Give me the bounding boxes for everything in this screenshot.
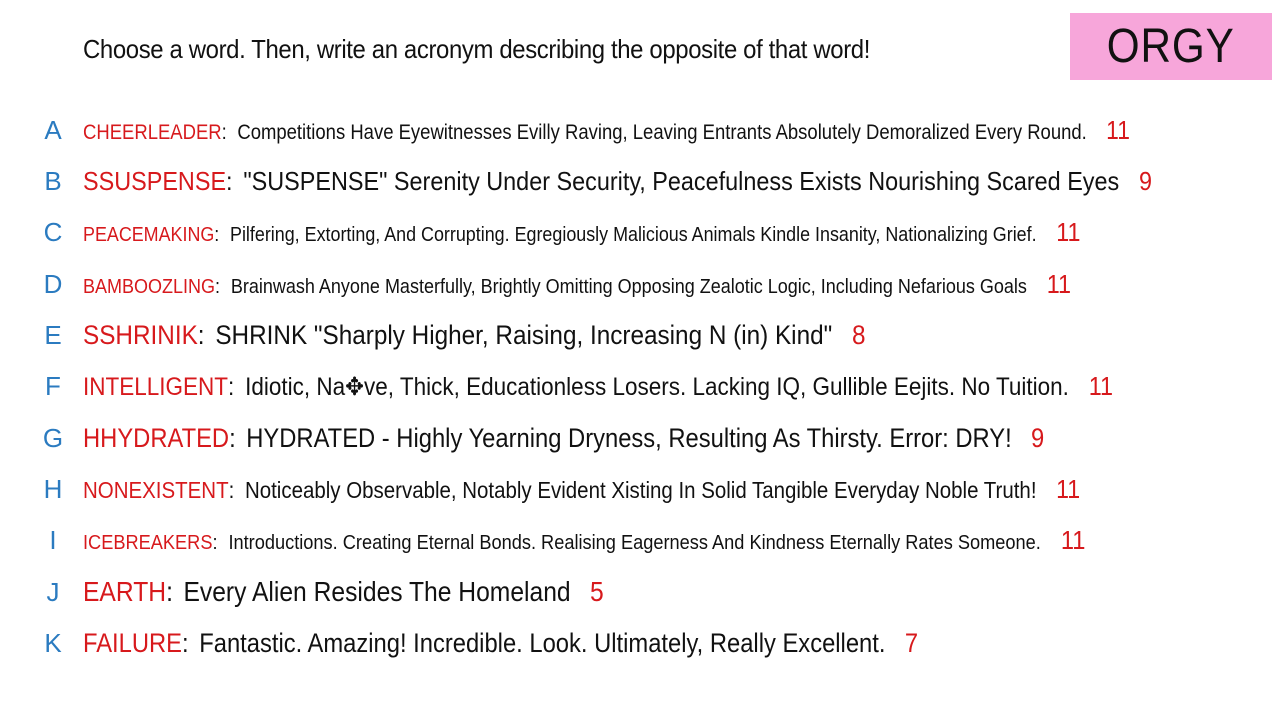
entry-answer: Fantastic. Amazing! Incredible. Look. Ul… <box>199 627 886 658</box>
entry-content: CHEERLEADER: Competitions Have Eyewitness… <box>83 115 1130 146</box>
entry-letter: F <box>45 370 61 401</box>
entry-word: ICEBREAKERS <box>83 531 213 554</box>
entry-letter: I <box>49 524 57 555</box>
entry-score: 11 <box>1046 268 1072 299</box>
entry-word: BAMBOOZLING <box>83 275 216 298</box>
entry-score: 11 <box>1088 370 1114 401</box>
entry-c: C PEACEMAKING: Pilfering, Extorting, And … <box>0 212 1280 252</box>
entry-answer: Competitions Have Eyewitnesses Evilly Ra… <box>237 120 1087 144</box>
entry-colon: : <box>166 576 173 607</box>
entry-colon: : <box>212 531 218 554</box>
entry-content: BAMBOOZLING: Brainwash Anyone Masterfully… <box>83 269 1071 300</box>
entry-letter: G <box>42 422 64 453</box>
entry-colon: : <box>228 476 235 503</box>
entry-colon: : <box>197 319 205 350</box>
entry-b: B SSUSPENSE: "SUSPENSE" Serenity Under Se… <box>0 161 1280 201</box>
entry-score: 8 <box>852 319 866 350</box>
entry-answer: Noticeably Observable, Notably Evident X… <box>244 476 1037 503</box>
entry-letter: D <box>43 268 63 299</box>
entry-i: I ICEBREAKERS: Introductions. Creating Et… <box>0 520 1280 560</box>
entry-content: NONEXISTENT: Noticeably Observable, Notab… <box>83 474 1080 505</box>
entry-letter: B <box>44 165 62 196</box>
entry-score: 11 <box>1106 114 1130 145</box>
prompt-text: Choose a word. Then, write an acronym de… <box>83 34 871 64</box>
entry-answer: HYDRATED - Highly Yearning Dryness, Resu… <box>246 422 1012 453</box>
entry-content: PEACEMAKING: Pilfering, Extorting, And Co… <box>83 217 1080 248</box>
entry-j: J EARTH: Every Alien Resides The Homeland… <box>0 572 1280 612</box>
entry-word: PEACEMAKING <box>83 223 215 246</box>
entry-content: HHYDRATED: HYDRATED - Highly Yearning Dry… <box>83 423 1044 454</box>
entry-content: ICEBREAKERS: Introductions. Creating Eter… <box>83 525 1085 556</box>
entry-content: SSHRINIK: SHRINK "Sharply Higher, Raising… <box>83 320 866 351</box>
entry-score: 7 <box>904 627 919 658</box>
entry-colon: : <box>182 627 189 658</box>
badge-label: ORGY <box>1107 20 1235 73</box>
entry-a: A CHEERLEADER: Competitions Have Eyewitne… <box>0 110 1280 150</box>
entry-colon: : <box>221 120 227 144</box>
entry-word: NONEXISTENT <box>83 476 229 503</box>
entry-answer: Brainwash Anyone Masterfully, Brightly O… <box>230 275 1027 298</box>
entry-letter: J <box>46 576 60 607</box>
entry-answer: Introductions. Creating Eternal Bonds. R… <box>228 531 1041 554</box>
entry-letter: E <box>44 319 62 350</box>
entry-word: FAILURE <box>83 627 183 658</box>
entry-word: HHYDRATED <box>83 422 230 453</box>
entry-word: EARTH <box>83 576 167 607</box>
entry-answer: Every Alien Resides The Homeland <box>183 576 571 607</box>
entry-f: F INTELLIGENT: Idiotic, Na✥ve, Thick, Edu… <box>0 366 1280 406</box>
entry-k: K FAILURE: Fantastic. Amazing! Incredible… <box>0 623 1280 663</box>
entry-content: EARTH: Every Alien Resides The Homeland 5 <box>83 576 604 608</box>
entry-colon: : <box>215 275 221 298</box>
entry-h: H NONEXISTENT: Noticeably Observable, Not… <box>0 469 1280 509</box>
entry-score: 9 <box>1139 165 1153 196</box>
entry-score: 11 <box>1056 216 1081 247</box>
entry-score: 11 <box>1056 473 1081 504</box>
entry-answer: SHRINK "Sharply Higher, Raising, Increas… <box>215 319 833 350</box>
entry-word: SSHRINIK <box>83 319 198 350</box>
entry-colon: : <box>229 422 236 453</box>
entry-score: 9 <box>1031 422 1045 453</box>
entry-letter: K <box>44 627 62 658</box>
entry-g: G HHYDRATED: HYDRATED - Highly Yearning D… <box>0 418 1280 458</box>
entry-score: 11 <box>1060 524 1086 555</box>
entry-d: D BAMBOOZLING: Brainwash Anyone Masterful… <box>0 264 1280 304</box>
entry-word: CHEERLEADER <box>83 120 222 144</box>
entry-word: SSUSPENSE <box>83 165 227 196</box>
entry-content: FAILURE: Fantastic. Amazing! Incredible. … <box>83 628 918 659</box>
entry-letter: H <box>43 473 63 504</box>
entry-answer: Idiotic, Na✥ve, Thick, Educationless Los… <box>245 372 1069 401</box>
entry-letter: A <box>44 114 62 145</box>
entry-colon: : <box>226 165 233 196</box>
entry-content: SSUSPENSE: "SUSPENSE" Serenity Under Secu… <box>83 166 1152 197</box>
entry-letter: C <box>43 216 63 247</box>
title-badge: ORGY <box>1070 13 1272 80</box>
entry-e: E SSHRINIK: SHRINK "Sharply Higher, Raisi… <box>0 315 1280 355</box>
entry-answer: "SUSPENSE" Serenity Under Security, Peac… <box>243 165 1120 196</box>
entry-word: INTELLIGENT <box>83 372 229 401</box>
entry-score: 5 <box>589 576 604 607</box>
entry-colon: : <box>214 223 220 246</box>
entry-answer: Pilfering, Extorting, And Corrupting. Eg… <box>230 223 1037 246</box>
entry-content: INTELLIGENT: Idiotic, Na✥ve, Thick, Educa… <box>83 371 1113 402</box>
entry-colon: : <box>228 372 235 401</box>
